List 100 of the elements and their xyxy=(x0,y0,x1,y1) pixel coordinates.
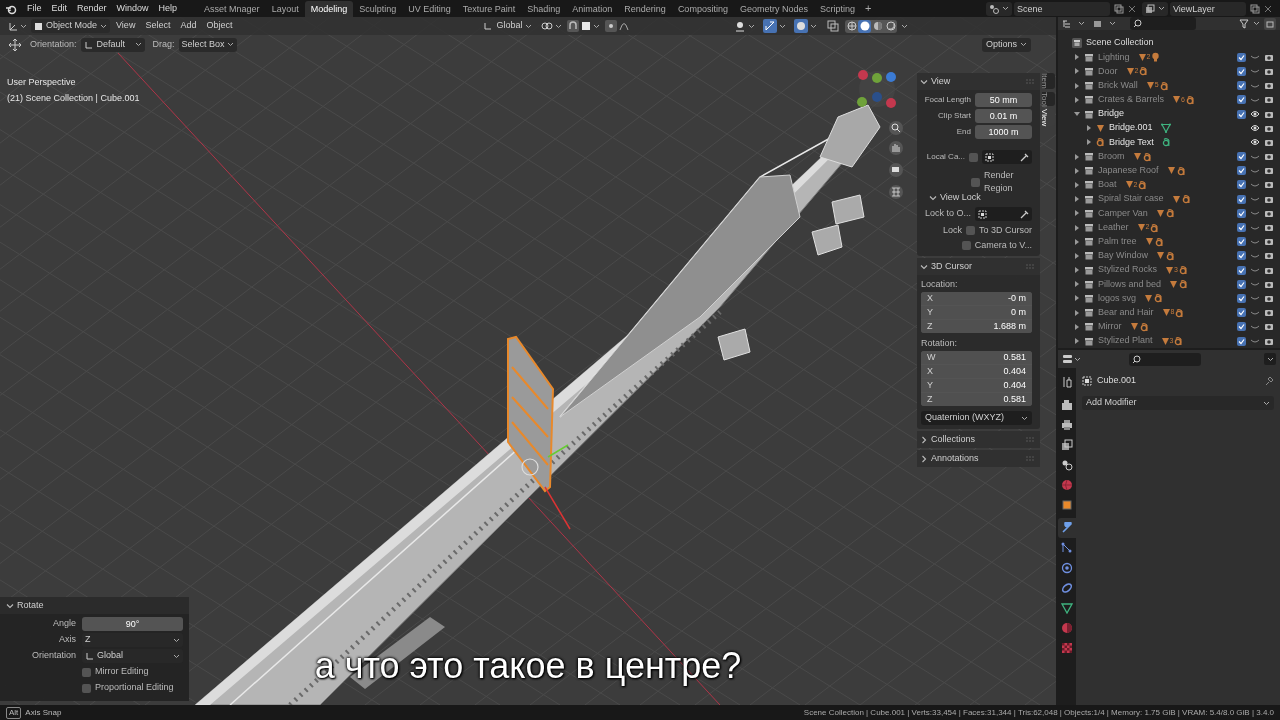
menu-item[interactable]: File xyxy=(22,1,47,16)
checkbox[interactable] xyxy=(1237,66,1246,76)
expand-arrow-icon[interactable] xyxy=(1074,323,1080,330)
outliner-item-name[interactable]: Boat xyxy=(1098,178,1117,192)
expand-arrow-icon[interactable] xyxy=(1074,295,1080,302)
outliner-item-name[interactable]: Mirror xyxy=(1098,320,1122,334)
view-layer-selector[interactable] xyxy=(1142,1,1168,16)
checkbox[interactable] xyxy=(1237,180,1246,190)
outliner-item-name[interactable]: logos svg xyxy=(1098,291,1137,306)
option-label[interactable]: To 3D Cursor xyxy=(979,223,1032,238)
chevron-icon[interactable] xyxy=(920,435,928,444)
outliner-item-name[interactable]: Bear and Hair xyxy=(1098,305,1154,320)
outliner-item-name[interactable]: Bridge xyxy=(1098,107,1124,121)
expand-arrow-icon[interactable] xyxy=(1074,281,1080,288)
outliner-item-name[interactable]: Japanese Roof xyxy=(1098,164,1159,178)
outliner-row[interactable]: Mirror xyxy=(1058,319,1280,334)
sidebar-tab[interactable]: Tool xyxy=(1042,91,1055,107)
eye-icon[interactable] xyxy=(1250,138,1260,147)
options-dropdown[interactable]: Options xyxy=(981,37,1031,52)
search-field[interactable] xyxy=(1130,17,1196,30)
dropdown-field[interactable]: Global xyxy=(82,649,183,663)
drag-dropdown[interactable]: Select Box xyxy=(178,37,237,52)
view-layer-field[interactable]: ViewLayer xyxy=(1170,1,1246,16)
expand-arrow-icon[interactable] xyxy=(1074,252,1080,259)
checkbox[interactable] xyxy=(1237,109,1246,119)
expand-arrow-icon[interactable] xyxy=(1074,224,1080,231)
workspace-tab[interactable]: Layout xyxy=(265,0,305,17)
outliner-row[interactable]: Camper Van xyxy=(1058,206,1280,221)
checkbox[interactable] xyxy=(1237,166,1246,176)
expand-arrow-icon[interactable] xyxy=(1074,210,1080,217)
scene-field[interactable]: Scene xyxy=(1014,1,1110,16)
checkbox[interactable] xyxy=(966,226,975,235)
chevron-icon[interactable] xyxy=(920,77,928,86)
eye-icon[interactable] xyxy=(1250,110,1260,119)
expand-arrow-icon[interactable] xyxy=(1086,139,1092,146)
outliner-row[interactable]: Spiral Stair case xyxy=(1058,192,1280,207)
option-label[interactable]: Proportional Editing xyxy=(95,681,174,695)
search-field[interactable] xyxy=(1129,352,1201,366)
shading-mode-button[interactable] xyxy=(845,19,858,33)
outliner-row[interactable]: Bridge xyxy=(1058,106,1280,122)
workspace-tab[interactable]: Geometry Nodes xyxy=(733,0,814,17)
checkbox[interactable] xyxy=(1237,279,1246,289)
checkbox[interactable] xyxy=(1237,251,1246,261)
expand-arrow-icon[interactable] xyxy=(1074,167,1080,174)
rotation-mode-dropdown[interactable]: Quaternion (WXYZ) xyxy=(921,411,1032,425)
outliner-item-name[interactable]: Leather xyxy=(1098,220,1129,235)
add-modifier-dropdown[interactable]: Add Modifier xyxy=(1082,396,1274,410)
menu-item[interactable]: Object xyxy=(202,19,237,33)
outliner-item-name[interactable]: Door xyxy=(1098,64,1118,79)
workspace-tab[interactable]: Shading xyxy=(521,0,567,17)
axis-value[interactable]: 0 m xyxy=(1011,305,1026,320)
expand-arrow-icon[interactable] xyxy=(1074,338,1080,345)
axis-value[interactable]: 1.688 m xyxy=(993,319,1026,333)
workspace-tab[interactable]: Sculpting xyxy=(353,0,403,17)
navigation-gizmo[interactable] xyxy=(857,70,896,108)
value-field[interactable]: 1000 m xyxy=(975,125,1032,139)
outliner-row[interactable]: Bay Window xyxy=(1058,248,1280,263)
expand-arrow-icon[interactable] xyxy=(1086,125,1092,132)
menu-item[interactable]: Render xyxy=(72,1,112,16)
outliner-item-name[interactable]: Bay Window xyxy=(1098,249,1149,263)
outliner-item-name[interactable]: Spiral Stair case xyxy=(1098,192,1164,206)
menu-item[interactable]: Help xyxy=(153,1,183,16)
closed-eye-icon[interactable] xyxy=(1250,280,1260,289)
closed-eye-icon[interactable] xyxy=(1250,266,1260,275)
checkbox[interactable] xyxy=(1237,52,1246,62)
expand-arrow-icon[interactable] xyxy=(1074,96,1080,103)
checkbox[interactable] xyxy=(971,177,980,187)
workspace-tab[interactable]: Rendering xyxy=(618,0,672,17)
expand-arrow-icon[interactable] xyxy=(1074,181,1080,188)
outliner-item-name[interactable]: Stylized Rocks xyxy=(1098,263,1158,277)
closed-eye-icon[interactable] xyxy=(1250,294,1260,303)
chevron-icon[interactable] xyxy=(920,262,928,271)
expand-arrow-icon[interactable] xyxy=(1074,309,1080,316)
outliner-row[interactable]: Broom xyxy=(1058,149,1280,164)
checkbox[interactable] xyxy=(1237,152,1246,162)
mode-dropdown[interactable]: Object Mode xyxy=(31,19,111,33)
angle-field[interactable]: 90° xyxy=(82,617,183,631)
orientation-dropdown[interactable]: Global xyxy=(480,19,536,33)
workspace-tab[interactable]: Asset Mnager xyxy=(198,0,266,17)
axis-value[interactable]: 0.581 xyxy=(1003,392,1026,406)
expand-arrow-icon[interactable] xyxy=(1074,196,1080,203)
add-workspace-button[interactable]: + xyxy=(860,0,876,17)
vector-field[interactable]: X -0 m Y 0 m Z 1.688 m xyxy=(921,292,1032,333)
outliner-row[interactable]: Palm tree xyxy=(1058,234,1280,249)
object-field[interactable] xyxy=(975,207,1032,221)
outliner-item-name[interactable]: Brick Wall xyxy=(1098,78,1138,93)
properties-tab[interactable] xyxy=(1058,518,1076,538)
scene-selector[interactable] xyxy=(986,1,1012,16)
menu-item[interactable]: View xyxy=(112,19,140,33)
checkbox[interactable] xyxy=(1237,237,1246,247)
outliner-row[interactable]: Pillows and bed xyxy=(1058,277,1280,292)
outliner-item-name[interactable]: Bridge.001 xyxy=(1109,121,1153,135)
object-field[interactable] xyxy=(982,150,1032,164)
menu-item[interactable]: Edit xyxy=(46,1,73,16)
chevron-icon[interactable] xyxy=(6,601,14,610)
expand-arrow-icon[interactable] xyxy=(1074,238,1080,245)
expand-arrow-icon[interactable] xyxy=(1074,153,1080,160)
zoom-icon[interactable] xyxy=(889,121,903,135)
menu-item[interactable]: Select xyxy=(141,19,175,33)
closed-eye-icon[interactable] xyxy=(1250,195,1260,204)
